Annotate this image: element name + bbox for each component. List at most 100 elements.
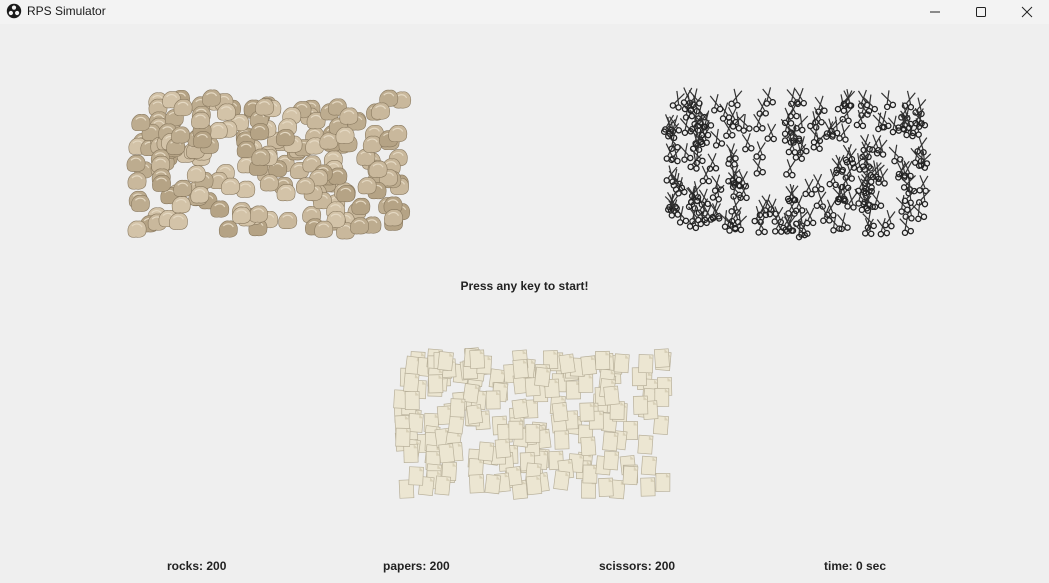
paper-icon [622, 465, 639, 486]
rock-icon [275, 129, 295, 147]
paper-icon [603, 385, 620, 406]
rock-icon [251, 148, 271, 166]
paper-icon [438, 443, 455, 464]
rock-icon [335, 126, 355, 144]
rock-icon [339, 107, 359, 125]
paper-icon [551, 401, 569, 423]
scissors-icon [915, 187, 931, 208]
paper-icon [640, 477, 656, 497]
rock-icon [186, 165, 206, 183]
rock-icon [191, 111, 210, 129]
rock-icon [193, 131, 212, 149]
paper-icon [638, 354, 654, 374]
paper-icon [478, 441, 495, 462]
rock-icon [276, 184, 296, 202]
rock-icon [314, 220, 334, 238]
rock-icon [296, 177, 315, 195]
scissors-icon [761, 194, 775, 214]
paper-icon [565, 380, 581, 400]
scissors-icon [888, 144, 904, 165]
scissors-icon [699, 165, 713, 185]
rock-icon [278, 211, 298, 229]
paper-icon [403, 372, 420, 393]
paper-icon [525, 475, 543, 496]
paper-icon [494, 438, 511, 459]
maximize-icon [976, 7, 986, 17]
rock-icon [169, 212, 188, 230]
rock-icon [217, 103, 236, 121]
game-canvas[interactable] [0, 24, 1049, 583]
paper-icon [554, 430, 570, 450]
scissors-icon [873, 138, 888, 158]
close-icon [1021, 6, 1033, 18]
rock-icon [127, 172, 147, 190]
rock-icon [202, 89, 221, 107]
rock-icon [152, 174, 171, 192]
paper-icon [434, 475, 451, 496]
biohazard-icon [6, 3, 22, 19]
scissors-icon [786, 87, 801, 108]
rock-icon [371, 102, 390, 120]
scissors-icon [793, 113, 809, 134]
scissors-icon [741, 133, 755, 153]
scissors-icon [687, 152, 702, 172]
scissors-icon [725, 143, 739, 163]
scissors-icon [764, 123, 777, 143]
paper-icon [511, 398, 529, 420]
rock-icon [336, 185, 356, 203]
rock-icon [173, 99, 193, 117]
rock-icon [351, 197, 371, 215]
paper-icon [558, 353, 576, 375]
rocks-count: rocks: 200 [167, 559, 227, 573]
papers-count: papers: 200 [383, 559, 450, 573]
paper-icon [578, 373, 594, 393]
scissors-icon [711, 174, 725, 194]
title-bar[interactable]: RPS Simulator [0, 0, 1049, 24]
scissors-icon [736, 170, 750, 190]
time-display: time: 0 sec [824, 559, 887, 573]
paper-icon [632, 395, 649, 415]
close-button[interactable] [1004, 0, 1049, 24]
paper-icon [580, 355, 598, 376]
paper-icon [428, 374, 444, 394]
maximize-button[interactable] [958, 0, 1004, 24]
scissors-icon [812, 173, 825, 193]
rock-icon [249, 205, 268, 223]
scissors-icon [813, 190, 827, 210]
paper-icon [613, 353, 630, 374]
paper-icon [462, 383, 480, 404]
paper-icon [469, 349, 486, 370]
paper-icon [403, 443, 419, 463]
paper-icon [485, 390, 501, 410]
paper-icon [395, 427, 411, 447]
paper-icon [594, 350, 611, 370]
rock-icon [127, 220, 147, 238]
paper-icon [468, 474, 485, 494]
window-title: RPS Simulator [27, 4, 106, 18]
rock-icon [171, 126, 190, 144]
rock-icon [126, 154, 146, 172]
paper-icon [640, 455, 657, 476]
paper-icon [598, 477, 614, 497]
rock-icon [171, 196, 191, 214]
rock-icon [190, 186, 210, 204]
rock-icon [232, 206, 251, 224]
minimize-button[interactable] [912, 0, 958, 24]
rock-icon [173, 179, 193, 197]
start-message: Press any key to start! [460, 279, 589, 293]
scissors-icon [803, 207, 817, 227]
rock-icon [388, 125, 408, 143]
rock-cluster [126, 89, 412, 240]
paper-icon [525, 424, 541, 443]
paper-icon [637, 434, 654, 455]
paper-icon [534, 366, 551, 388]
scissors-icon [880, 90, 897, 111]
rock-icon [221, 177, 240, 195]
rock-icon [131, 194, 150, 212]
rock-icon [259, 174, 279, 192]
minimize-icon [930, 11, 940, 13]
paper-icon [404, 391, 420, 411]
paper-icon [512, 358, 529, 379]
paper-icon [466, 404, 484, 425]
paper-icon [508, 420, 524, 440]
